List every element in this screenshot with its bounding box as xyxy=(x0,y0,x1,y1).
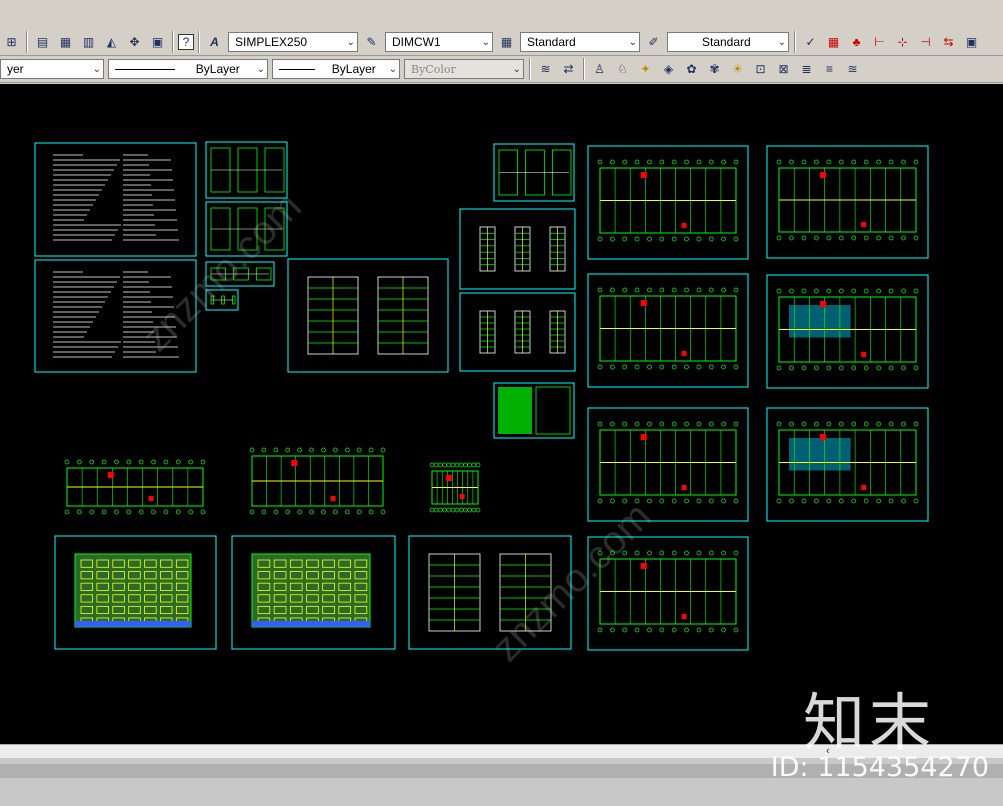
text-style-value: SIMPLEX250 xyxy=(235,35,308,49)
layer-select[interactable]: yer ⌄ xyxy=(0,59,104,79)
dim-style-icon[interactable]: ✎ xyxy=(361,32,382,53)
sheet-content xyxy=(597,159,739,242)
chevron-down-icon: ⌄ xyxy=(346,36,355,48)
table-style-icon[interactable]: ▦ xyxy=(496,32,517,53)
layer-merge-icon[interactable]: ≊ xyxy=(842,59,863,80)
center-mark-icon[interactable]: ⊹ xyxy=(892,32,913,53)
sheet-content xyxy=(251,553,371,628)
chevron-down-icon: ⌄ xyxy=(512,63,521,75)
layer-unlock-icon[interactable]: ⊠ xyxy=(773,59,794,80)
sheet-content xyxy=(210,147,285,193)
table-style-value: Standard xyxy=(527,35,576,49)
chevron-down-icon: ⌄ xyxy=(388,63,397,75)
sheet-frame[interactable] xyxy=(287,258,449,373)
sheet-set-icon[interactable]: ◭ xyxy=(101,32,122,53)
chevron-down-icon: ⌄ xyxy=(256,63,265,75)
layer-walk-icon[interactable]: ≡ xyxy=(819,59,840,80)
layer-value: yer xyxy=(7,62,24,76)
plot-style-select: ByColor ⌄ xyxy=(404,59,524,79)
ordinate-icon[interactable]: ⊢ xyxy=(869,32,890,53)
calculator-icon[interactable]: ▣ xyxy=(147,32,168,53)
sheet-content xyxy=(776,421,919,504)
text-style-icon[interactable]: A xyxy=(204,32,225,53)
baseline-icon[interactable]: ⊣ xyxy=(915,32,936,53)
continue-icon[interactable]: ⇆ xyxy=(938,32,959,53)
layer-change-icon[interactable]: ✿ xyxy=(681,59,702,80)
sheet-content xyxy=(249,447,386,515)
chevron-down-icon: ⌄ xyxy=(92,63,101,75)
grid-icon[interactable]: ▦ xyxy=(823,32,844,53)
sheet-content xyxy=(74,553,192,628)
dimension-icon[interactable]: ✓ xyxy=(800,32,821,53)
properties-toolbar: yer ⌄ ByLayer ⌄ ByLayer ⌄ ByColor ⌄ ≋ ⇄ ♙ ♘ … xyxy=(0,56,1003,83)
sheet-content xyxy=(53,154,179,241)
table-style-select[interactable]: Standard ⌄ xyxy=(520,32,640,52)
sheet-content xyxy=(64,459,206,515)
multileader-style-select[interactable]: Standard ⌄ xyxy=(667,32,789,52)
sheet-content xyxy=(776,159,919,241)
sheet-frame[interactable] xyxy=(587,407,749,522)
pan-icon[interactable]: ⊞ xyxy=(1,32,22,53)
layer-unisolate-icon[interactable]: ♘ xyxy=(612,59,633,80)
markup-icon[interactable]: ✥ xyxy=(124,32,145,53)
properties-icon[interactable]: ▤ xyxy=(32,32,53,53)
lineweight-select[interactable]: ByLayer ⌄ xyxy=(272,59,400,79)
layer-lock-icon[interactable]: ⊡ xyxy=(750,59,771,80)
chevron-down-icon: ⌄ xyxy=(628,36,637,48)
toolbar-separator xyxy=(172,31,174,53)
dim-style-select[interactable]: DIMCW1 ⌄ xyxy=(385,32,493,52)
layer-states-icon[interactable]: ≋ xyxy=(535,59,556,80)
watermark-id: ID: 1154354270 xyxy=(770,752,989,783)
sheet-frame[interactable] xyxy=(587,145,749,260)
layer-thaw-icon[interactable]: ☀ xyxy=(727,59,748,80)
dim-style-value: DIMCW1 xyxy=(392,35,441,49)
plot-style-value: ByColor xyxy=(411,62,456,76)
sheet-frame[interactable] xyxy=(587,273,749,388)
quick-dim-icon[interactable]: ▣ xyxy=(961,32,982,53)
toolbar-separator xyxy=(529,58,531,80)
sheet-content xyxy=(479,226,566,272)
lineweight-value: ByLayer xyxy=(331,62,376,76)
design-center-icon[interactable]: ▦ xyxy=(55,32,76,53)
tool-palettes-icon[interactable]: ▥ xyxy=(78,32,99,53)
text-style-select[interactable]: SIMPLEX250 ⌄ xyxy=(228,32,358,52)
toolbar-separator xyxy=(198,31,200,53)
sheet-content xyxy=(307,276,429,355)
help-icon[interactable]: ? xyxy=(178,34,194,50)
sheet-content xyxy=(498,386,571,435)
chevron-down-icon: ⌄ xyxy=(777,36,786,48)
sheet-content xyxy=(479,310,566,354)
layer-freeze-icon[interactable]: ✾ xyxy=(704,59,725,80)
linetype-sample xyxy=(115,68,175,70)
lineweight-sample xyxy=(279,68,315,70)
multileader-style-value: Standard xyxy=(702,35,751,49)
layer-previous-icon[interactable]: ⇄ xyxy=(558,59,579,80)
copy-to-layer-icon[interactable]: ≣ xyxy=(796,59,817,80)
sheet-content xyxy=(597,287,739,370)
layer-match-icon[interactable]: ◈ xyxy=(658,59,679,80)
layer-on-icon[interactable]: ✦ xyxy=(635,59,656,80)
sheet-frame[interactable] xyxy=(766,145,929,259)
sheet-content xyxy=(597,421,739,504)
sheet-content xyxy=(498,149,572,196)
chevron-down-icon: ⌄ xyxy=(481,36,490,48)
standard-toolbar: ⊞ ▤ ▦ ▥ ◭ ✥ ▣ ? A SIMPLEX250 ⌄ ✎ DIMCW1 ⌄ … xyxy=(0,0,1003,56)
toolbar-separator xyxy=(794,31,796,53)
layer-isolate-icon[interactable]: ♙ xyxy=(589,59,610,80)
toolbar-separator xyxy=(583,58,585,80)
toolbar-separator xyxy=(26,31,28,53)
linetype-value: ByLayer xyxy=(195,62,240,76)
linetype-select[interactable]: ByLayer ⌄ xyxy=(108,59,268,79)
tree-icon[interactable]: ♣ xyxy=(846,32,867,53)
multileader-style-icon[interactable]: ✐ xyxy=(643,32,664,53)
sheet-content xyxy=(776,288,919,371)
sheet-content xyxy=(429,462,481,513)
watermark-logo: 知末 xyxy=(802,686,935,759)
